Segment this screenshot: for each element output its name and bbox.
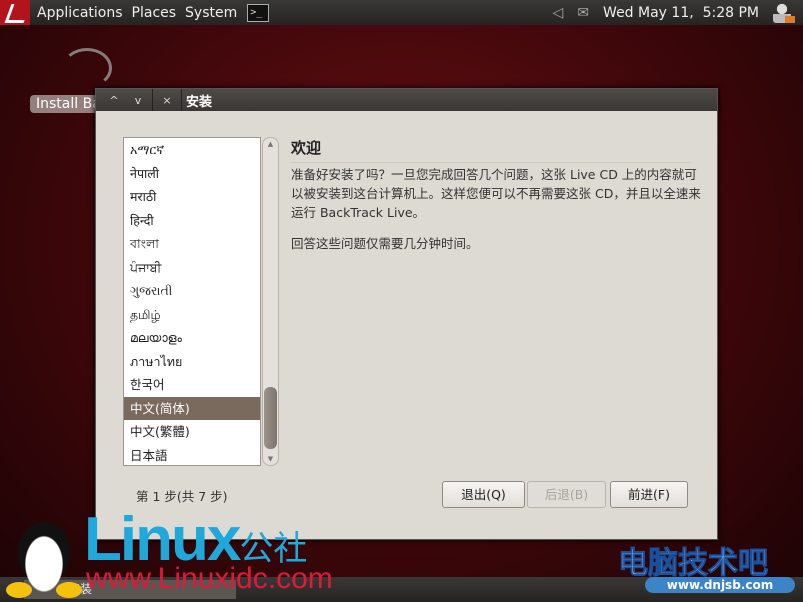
tux-watermark-icon [4,505,84,600]
backtrack-logo-icon[interactable] [0,0,30,25]
page-title: 欢迎 [291,137,691,163]
language-item[interactable]: हिन्दी [124,209,260,233]
linuxidc-url-watermark: www.Linuxidc.com [86,562,333,595]
top-panel: Applications Places System >_ ◁ ✉ Wed Ma… [0,0,803,25]
language-item[interactable]: मराठी [124,185,260,209]
scroll-down-icon[interactable]: ▼ [263,455,278,463]
quit-button[interactable]: 退出(Q) [442,481,525,508]
language-item[interactable]: አማርኛ [124,138,260,162]
menu-applications[interactable]: Applications [35,5,125,21]
language-item[interactable]: ਪੰਜਾਬੀ [124,256,260,280]
close-button[interactable]: × [155,94,179,107]
dnjsb-url-watermark: www.dnjsb.com [645,577,795,593]
language-item[interactable]: 中文(简体) [124,396,260,420]
language-item[interactable]: 日本語 [124,444,260,466]
menu-system[interactable]: System [183,5,239,21]
step-indicator: 第 1 步(共 7 步) [136,489,228,504]
dnjsb-watermark: 电脑技术吧 [618,546,769,582]
welcome-text: 准备好安装了吗？一旦您完成回答几个问题，这张 Live CD 上的内容就可以被安… [291,167,701,220]
forward-button[interactable]: 前进(F) [610,481,688,508]
clock[interactable]: Wed May 11, 5:28 PM [603,5,759,21]
language-item[interactable]: ગુજરાતી [124,279,260,303]
language-item[interactable]: 中文(繁體) [124,420,260,444]
volume-icon[interactable]: ◁ [553,5,564,21]
window-title: 安装 [186,94,213,110]
time-note: 回答这些问题仅需要几分钟时间。 [291,236,479,251]
installer-dialog: ^ v × 安装 አማርኛ नेपाली मराठी हिन्दी বাংলা ਪੰਜਾਬ… [95,88,718,540]
language-list[interactable]: አማርኛ नेपाली मराठी हिन्दी বাংলা ਪੰਜਾਬੀ ગુજરાતી த… [123,137,261,466]
user-icon[interactable] [773,2,795,23]
terminal-icon[interactable]: >_ [247,3,270,22]
mail-icon[interactable]: ✉ [577,5,589,21]
language-item[interactable]: नेपाली [124,162,260,186]
language-item[interactable]: 한국어 [124,373,260,397]
scroll-up-icon[interactable]: ▲ [263,140,278,148]
back-button[interactable]: 后退(B) [527,481,606,508]
title-bar[interactable]: ^ v × 安装 [96,89,717,111]
backtrack-dragon-icon [62,48,112,88]
scrollbar-thumb[interactable] [264,387,277,449]
minimize-button[interactable]: v [126,94,150,107]
menu-places[interactable]: Places [130,5,179,21]
language-item[interactable]: বাংলা [124,232,260,256]
roll-up-button[interactable]: ^ [102,94,126,107]
language-item[interactable]: ภาษาไทย [124,350,260,374]
language-list-scrollbar[interactable]: ▲ ▼ [262,137,279,466]
language-item[interactable]: தமிழ் [124,303,260,327]
language-item[interactable]: മലയാളം [124,326,260,350]
